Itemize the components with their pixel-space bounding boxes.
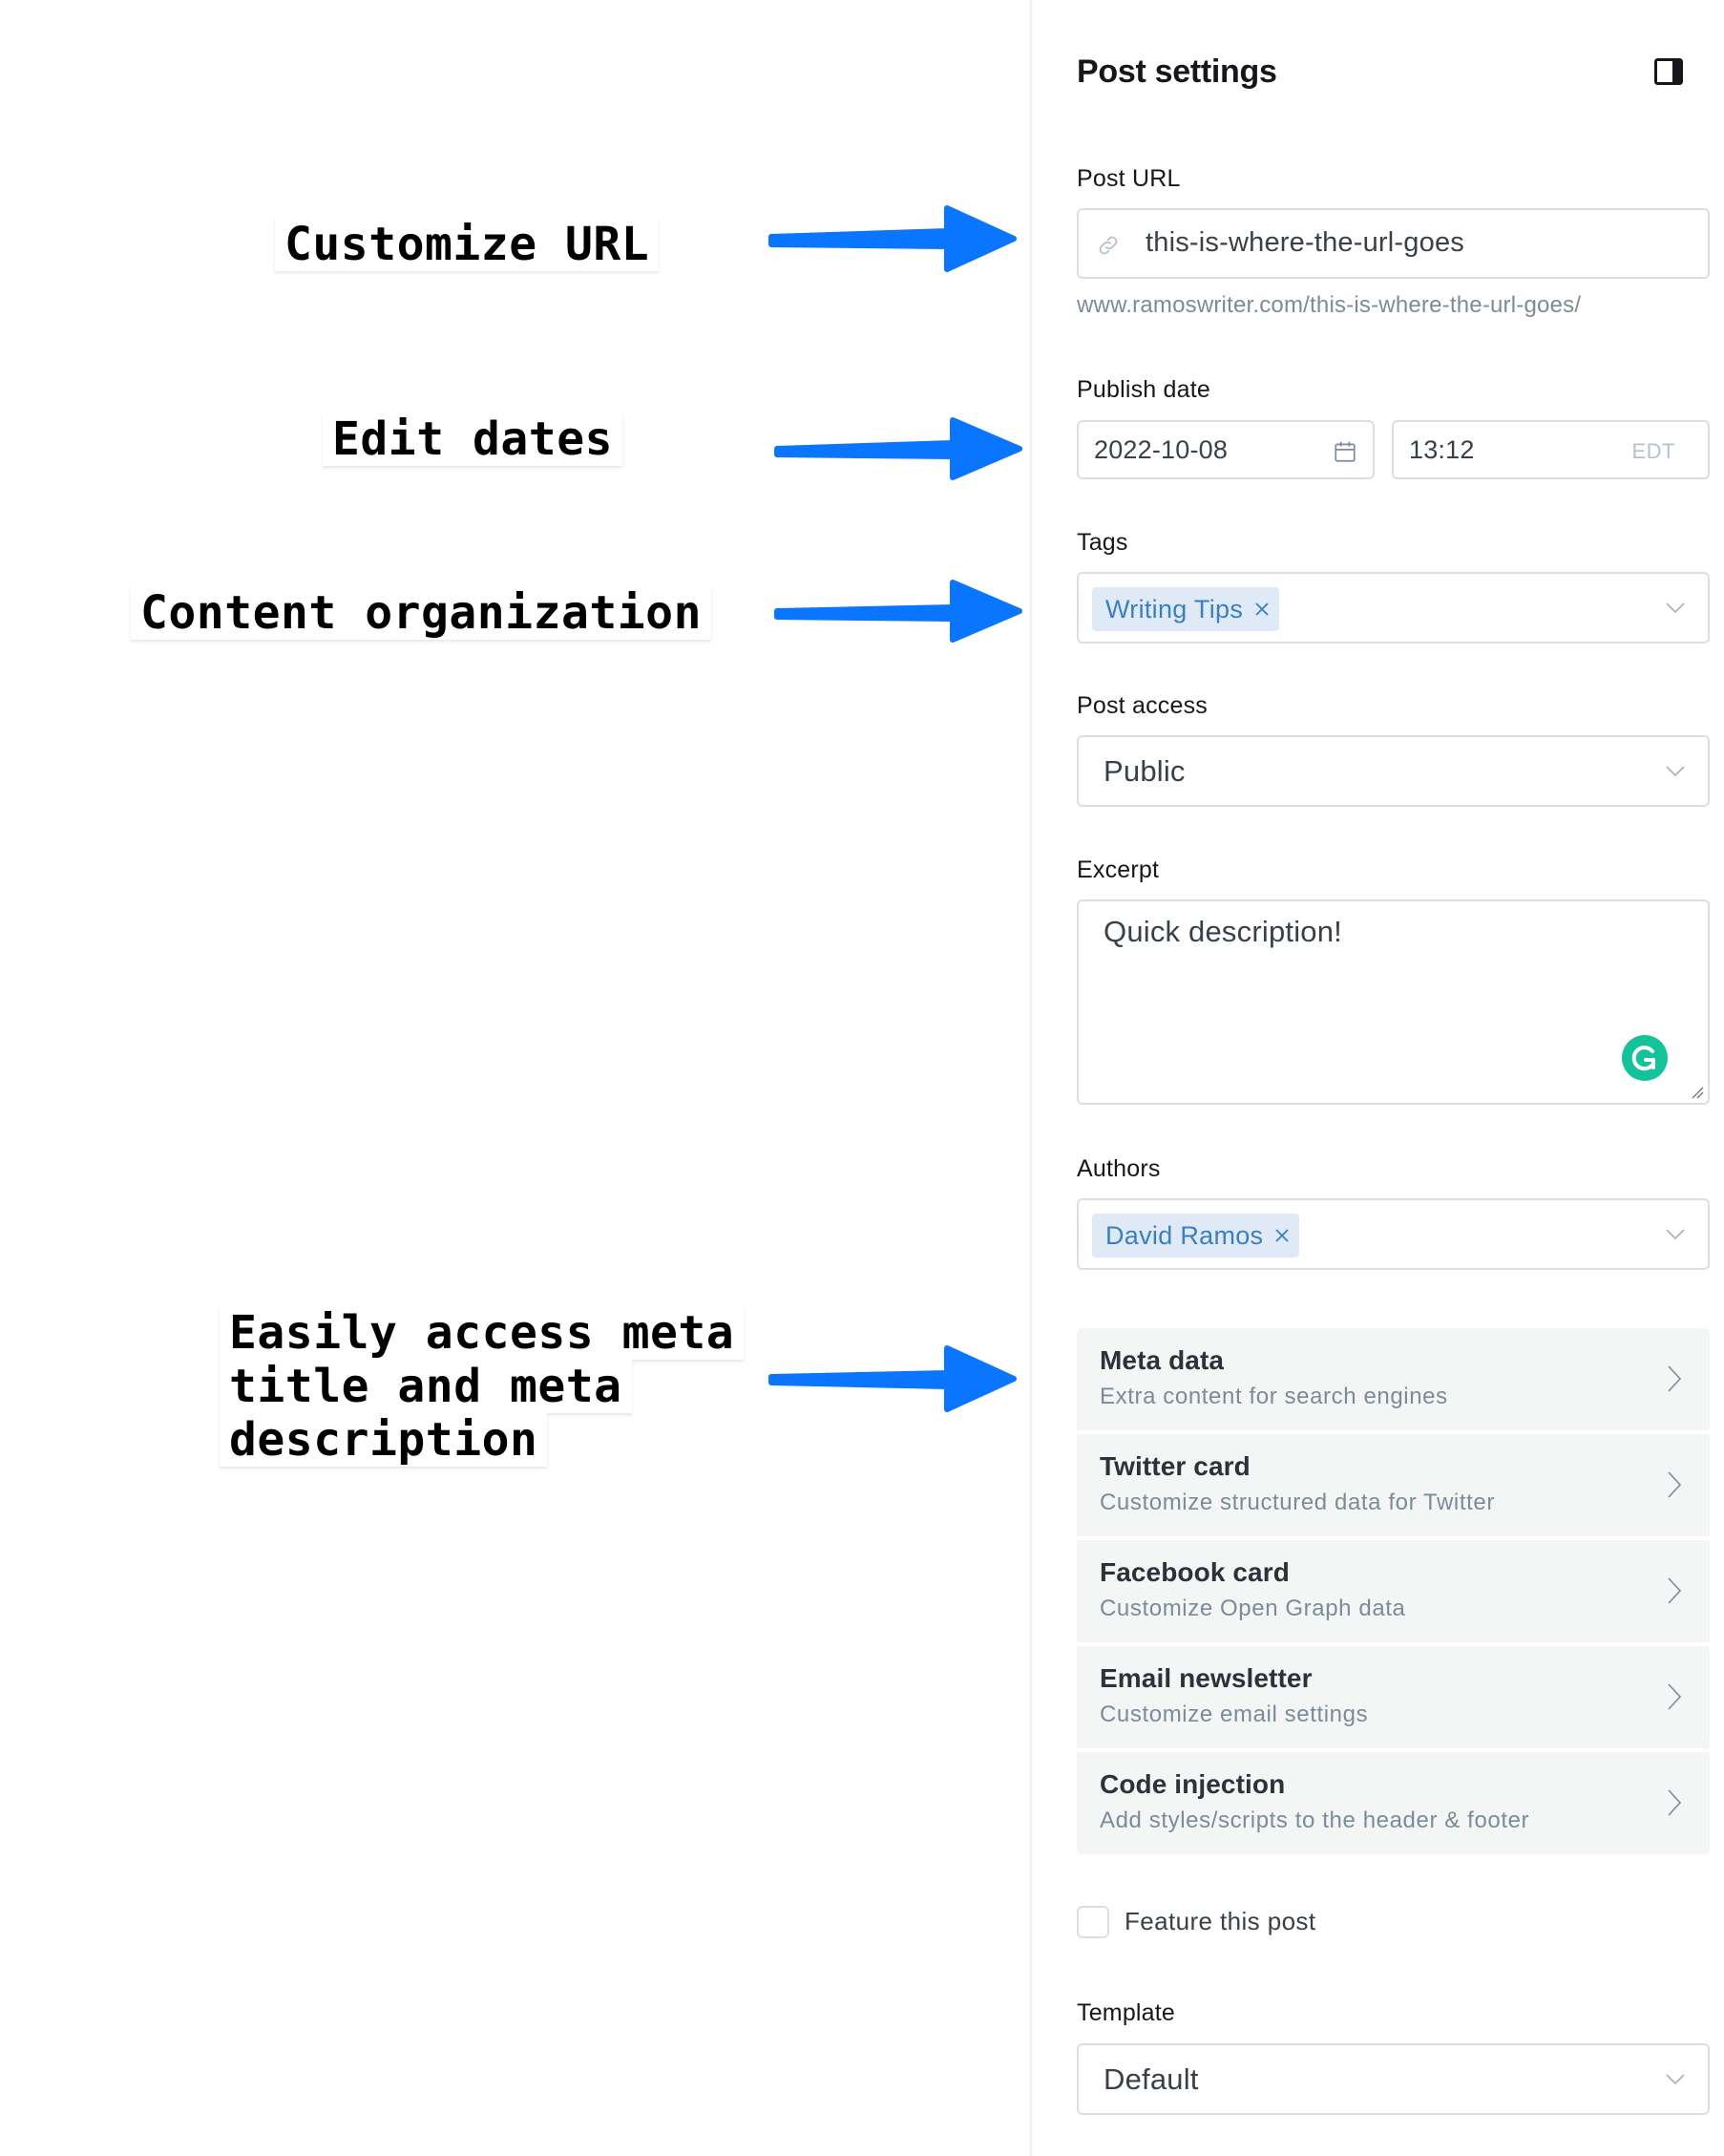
excerpt-value: Quick description! bbox=[1104, 915, 1342, 948]
chevron-right-icon bbox=[1668, 1471, 1681, 1498]
chevron-right-icon bbox=[1668, 1365, 1681, 1392]
timezone-label: EDT bbox=[1631, 439, 1675, 463]
annotation-text: Edit dates bbox=[323, 412, 622, 466]
chevron-down-icon[interactable] bbox=[1666, 602, 1685, 614]
post-url-label: Post URL bbox=[1077, 165, 1181, 192]
sidebar-toggle-icon[interactable] bbox=[1654, 58, 1683, 85]
menu-item-title: Code injection bbox=[1100, 1769, 1286, 1799]
tags-label: Tags bbox=[1077, 529, 1128, 556]
chevron-right-icon bbox=[1668, 1789, 1681, 1816]
menu-item-title: Facebook card bbox=[1100, 1557, 1290, 1587]
post-url-preview: www.ramoswriter.com/this-is-where-the-ur… bbox=[1077, 292, 1582, 318]
chevron-down-icon bbox=[1666, 766, 1685, 777]
annotation-customize-url: Customize URL bbox=[275, 218, 660, 271]
grammarly-icon[interactable] bbox=[1622, 1035, 1668, 1081]
tag-chip[interactable]: Writing Tips bbox=[1092, 587, 1280, 631]
remove-author-icon[interactable] bbox=[1274, 1228, 1290, 1243]
chevron-down-icon bbox=[1666, 2074, 1685, 2085]
menu-item-meta-data[interactable]: Meta data Extra content for search engin… bbox=[1077, 1328, 1710, 1430]
arrow-icon bbox=[768, 1345, 1017, 1412]
post-access-select[interactable]: Public bbox=[1077, 735, 1710, 807]
remove-tag-icon[interactable] bbox=[1254, 602, 1270, 617]
menu-item-subtitle: Customize structured data for Twitter bbox=[1100, 1490, 1495, 1515]
menu-item-title: Email newsletter bbox=[1100, 1663, 1313, 1693]
calendar-icon[interactable] bbox=[1333, 439, 1357, 464]
post-access-value: Public bbox=[1104, 754, 1186, 788]
panel-divider bbox=[1030, 0, 1032, 2156]
annotation-edit-dates: Edit dates bbox=[323, 412, 622, 466]
menu-item-title: Meta data bbox=[1100, 1345, 1225, 1375]
author-chip-label: David Ramos bbox=[1105, 1220, 1264, 1250]
settings-menu: Meta data Extra content for search engin… bbox=[1077, 1328, 1710, 1854]
menu-item-title: Twitter card bbox=[1100, 1451, 1251, 1481]
feature-post-label[interactable]: Feature this post bbox=[1125, 1907, 1315, 1936]
menu-item-code-injection[interactable]: Code injection Add styles/scripts to the… bbox=[1077, 1752, 1710, 1854]
excerpt-label: Excerpt bbox=[1077, 856, 1160, 883]
menu-item-email-newsletter[interactable]: Email newsletter Customize email setting… bbox=[1077, 1646, 1710, 1748]
publish-date-input[interactable]: 2022-10-08 bbox=[1077, 420, 1375, 479]
menu-item-subtitle: Extra content for search engines bbox=[1100, 1384, 1448, 1409]
template-label: Template bbox=[1077, 1999, 1176, 2026]
post-access-label: Post access bbox=[1077, 692, 1208, 719]
resize-handle-icon[interactable] bbox=[1691, 1086, 1704, 1099]
menu-item-facebook-card[interactable]: Facebook card Customize Open Graph data bbox=[1077, 1540, 1710, 1642]
annotation-text: Content organization bbox=[131, 586, 711, 640]
annotation-text: Customize URL bbox=[275, 218, 660, 271]
publish-time-input[interactable]: 13:12 EDT bbox=[1392, 420, 1710, 479]
feature-post-checkbox[interactable] bbox=[1077, 1906, 1109, 1938]
excerpt-textarea[interactable]: Quick description! bbox=[1077, 899, 1710, 1105]
authors-label: Authors bbox=[1077, 1155, 1161, 1182]
annotation-content-organization: Content organization bbox=[131, 586, 711, 640]
menu-item-twitter-card[interactable]: Twitter card Customize structured data f… bbox=[1077, 1434, 1710, 1536]
publish-date-value: 2022-10-08 bbox=[1094, 435, 1229, 464]
arrow-icon bbox=[774, 417, 1022, 480]
menu-item-subtitle: Customize email settings bbox=[1100, 1702, 1369, 1727]
chevron-right-icon bbox=[1668, 1577, 1681, 1604]
annotation-meta-access: Easily access meta title and meta descri… bbox=[220, 1306, 745, 1467]
chevron-right-icon bbox=[1668, 1683, 1681, 1710]
post-url-input[interactable]: this-is-where-the-url-goes bbox=[1077, 208, 1710, 279]
publish-time-value: 13:12 bbox=[1409, 435, 1475, 464]
author-chip[interactable]: David Ramos bbox=[1092, 1214, 1300, 1258]
annotation-text: Easily access meta bbox=[220, 1306, 745, 1360]
arrow-icon bbox=[774, 580, 1022, 643]
chevron-down-icon[interactable] bbox=[1666, 1229, 1685, 1240]
annotation-text: title and meta bbox=[220, 1360, 632, 1413]
panel-title: Post settings bbox=[1077, 53, 1277, 90]
authors-input[interactable]: David Ramos bbox=[1077, 1198, 1710, 1270]
tag-chip-label: Writing Tips bbox=[1105, 594, 1244, 624]
publish-date-label: Publish date bbox=[1077, 376, 1210, 403]
template-value: Default bbox=[1104, 2062, 1199, 2096]
menu-item-subtitle: Customize Open Graph data bbox=[1100, 1596, 1406, 1621]
post-url-value: this-is-where-the-url-goes bbox=[1146, 227, 1464, 258]
template-select[interactable]: Default bbox=[1077, 2043, 1710, 2115]
annotation-text: description bbox=[220, 1413, 548, 1467]
menu-item-subtitle: Add styles/scripts to the header & foote… bbox=[1100, 1807, 1530, 1833]
tags-input[interactable]: Writing Tips bbox=[1077, 572, 1710, 644]
link-icon bbox=[1099, 236, 1118, 255]
arrow-icon bbox=[768, 205, 1017, 272]
